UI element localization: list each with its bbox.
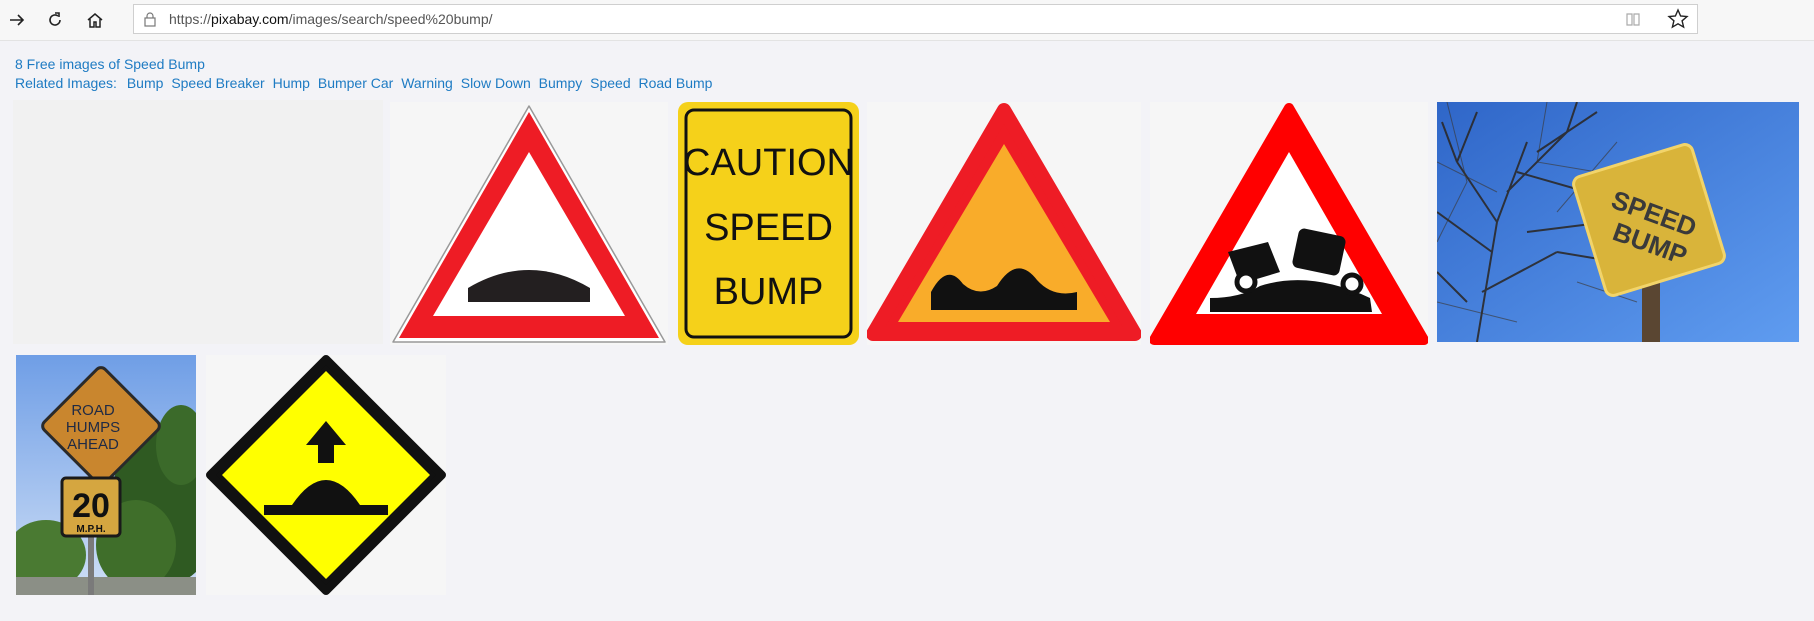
address-bar[interactable]: https://pixabay.com/images/search/speed%… (133, 4, 1698, 34)
related-tag[interactable]: Speed (590, 75, 630, 91)
result-count: 8 Free images of Speed Bump (15, 56, 205, 72)
related-tag[interactable]: Road Bump (639, 75, 713, 91)
image-thumbnail-vehicle-bump[interactable] (1150, 102, 1428, 345)
caution-sign: CAUTION SPEED BUMP (678, 102, 859, 345)
forward-button[interactable] (3, 6, 31, 34)
related-images: Related Images: Bump Speed Breaker Hump … (15, 75, 716, 91)
caution-line-2: SPEED (704, 207, 833, 249)
image-thumbnail-placeholder[interactable] (13, 100, 383, 344)
url-text: https://pixabay.com/images/search/speed%… (169, 11, 493, 27)
image-thumbnail-diamond-bump[interactable] (206, 355, 446, 595)
image-thumbnail-photo-speed-bump[interactable]: SPEED BUMP (1437, 102, 1799, 342)
reading-view-icon[interactable] (1625, 11, 1641, 27)
speed-limit-unit: M.P.H. (76, 524, 105, 535)
road-humps-line-2: HUMPS (66, 419, 120, 436)
arrow-right-icon (10, 14, 25, 26)
home-button[interactable] (81, 6, 109, 34)
related-tag[interactable]: Speed Breaker (171, 75, 264, 91)
road-humps-line-1: ROAD (71, 402, 115, 419)
vehicle-bump-sign (1150, 103, 1428, 345)
related-tag[interactable]: Warning (401, 75, 453, 91)
home-icon (87, 13, 103, 28)
related-tag[interactable]: Bump (127, 75, 164, 91)
triangle-bump-sign (392, 105, 666, 343)
reload-button[interactable] (41, 6, 69, 34)
speed-bump-photo: SPEED BUMP (1437, 102, 1799, 342)
related-tag[interactable]: Slow Down (461, 75, 531, 91)
related-tag[interactable]: Bumper Car (318, 75, 393, 91)
lock-icon (144, 12, 156, 27)
road-humps-photo: ROAD HUMPS AHEAD 20 M.P.H. (16, 355, 196, 595)
double-bump-sign (867, 103, 1141, 341)
image-thumbnail-triangle-bump[interactable] (390, 102, 668, 345)
related-tag[interactable]: Bumpy (539, 75, 583, 91)
road-humps-line-3: AHEAD (67, 436, 119, 453)
diamond-bump-sign (206, 355, 446, 595)
speed-limit-value: 20 (72, 487, 110, 525)
caution-line-1: CAUTION (683, 142, 854, 184)
browser-toolbar: https://pixabay.com/images/search/speed%… (0, 0, 1814, 41)
reload-icon (49, 12, 61, 26)
caution-line-3: BUMP (714, 271, 824, 313)
star-icon[interactable] (1667, 8, 1689, 30)
image-thumbnail-double-bump[interactable] (867, 102, 1141, 345)
image-thumbnail-caution-sign[interactable]: CAUTION SPEED BUMP (678, 102, 859, 345)
related-label: Related Images: (15, 75, 117, 91)
related-tag[interactable]: Hump (273, 75, 310, 91)
image-thumbnail-photo-road-humps[interactable]: ROAD HUMPS AHEAD 20 M.P.H. (16, 355, 196, 595)
